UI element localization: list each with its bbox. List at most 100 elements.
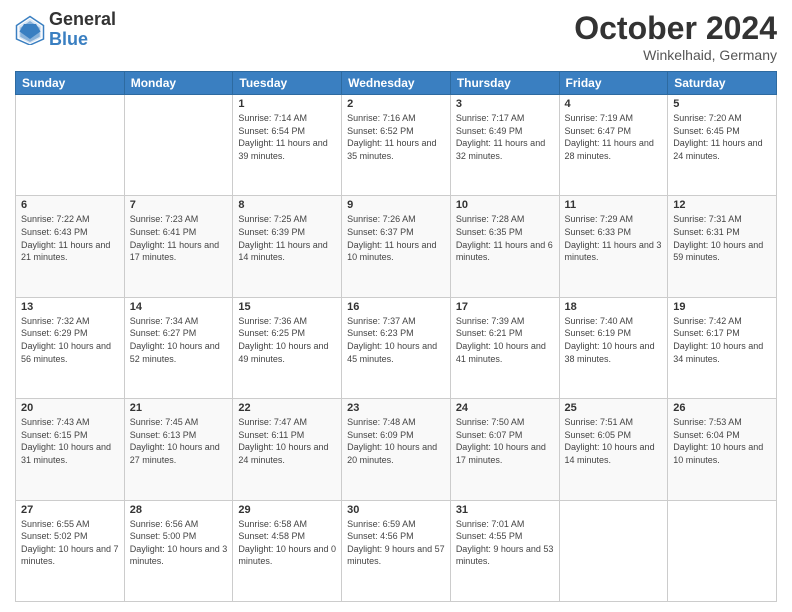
calendar-cell: 10 Sunrise: 7:28 AM Sunset: 6:35 PM Dayli…	[450, 196, 559, 297]
day-detail: Sunrise: 7:20 AM Sunset: 6:45 PM Dayligh…	[673, 112, 771, 162]
calendar-cell: 7 Sunrise: 7:23 AM Sunset: 6:41 PM Daylig…	[124, 196, 233, 297]
day-detail: Sunrise: 7:26 AM Sunset: 6:37 PM Dayligh…	[347, 213, 445, 263]
day-detail: Sunrise: 7:25 AM Sunset: 6:39 PM Dayligh…	[238, 213, 336, 263]
day-number: 24	[456, 402, 554, 414]
day-detail: Sunrise: 7:36 AM Sunset: 6:25 PM Dayligh…	[238, 315, 336, 365]
logo: General Blue	[15, 10, 116, 50]
logo-blue: Blue	[49, 30, 116, 50]
day-detail: Sunrise: 7:42 AM Sunset: 6:17 PM Dayligh…	[673, 315, 771, 365]
calendar-cell: 23Sunrise: 7:48 AM Sunset: 6:09 PM Dayli…	[342, 399, 451, 500]
day-detail: Sunrise: 7:17 AM Sunset: 6:49 PM Dayligh…	[456, 112, 554, 162]
calendar-cell: 13Sunrise: 7:32 AM Sunset: 6:29 PM Dayli…	[16, 297, 125, 398]
header-thursday: Thursday	[450, 72, 559, 95]
day-number: 13	[21, 301, 119, 313]
calendar-cell: 21 Sunrise: 7:45 AM Sunset: 6:13 PM Dayli…	[124, 399, 233, 500]
day-number: 9	[347, 199, 445, 211]
day-detail: Sunrise: 6:56 AM Sunset: 5:00 PM Dayligh…	[130, 518, 228, 568]
day-detail: Sunrise: 7:50 AM Sunset: 6:07 PM Dayligh…	[456, 416, 554, 466]
day-number: 11	[565, 199, 663, 211]
calendar-week-3: 13Sunrise: 7:32 AM Sunset: 6:29 PM Dayli…	[16, 297, 777, 398]
calendar-cell: 24 Sunrise: 7:50 AM Sunset: 6:07 PM Dayli…	[450, 399, 559, 500]
header-monday: Monday	[124, 72, 233, 95]
day-detail: Sunrise: 7:45 AM Sunset: 6:13 PM Dayligh…	[130, 416, 228, 466]
day-number: 27	[21, 504, 119, 516]
calendar-cell: 4 Sunrise: 7:19 AM Sunset: 6:47 PM Daylig…	[559, 95, 668, 196]
day-detail: Sunrise: 7:28 AM Sunset: 6:35 PM Dayligh…	[456, 213, 554, 263]
calendar-week-5: 27 Sunrise: 6:55 AM Sunset: 5:02 PM Dayli…	[16, 500, 777, 601]
day-number: 17	[456, 301, 554, 313]
day-number: 15	[238, 301, 336, 313]
calendar-cell: 5 Sunrise: 7:20 AM Sunset: 6:45 PM Daylig…	[668, 95, 777, 196]
day-number: 5	[673, 98, 771, 110]
calendar-cell: 14 Sunrise: 7:34 AM Sunset: 6:27 PM Dayli…	[124, 297, 233, 398]
day-detail: Sunrise: 7:16 AM Sunset: 6:52 PM Dayligh…	[347, 112, 445, 162]
calendar-cell: 25Sunrise: 7:51 AM Sunset: 6:05 PM Dayli…	[559, 399, 668, 500]
day-detail: Sunrise: 6:59 AM Sunset: 4:56 PM Dayligh…	[347, 518, 445, 568]
day-detail: Sunrise: 7:40 AM Sunset: 6:19 PM Dayligh…	[565, 315, 663, 365]
header-saturday: Saturday	[668, 72, 777, 95]
day-detail: Sunrise: 7:47 AM Sunset: 6:11 PM Dayligh…	[238, 416, 336, 466]
day-detail: Sunrise: 7:22 AM Sunset: 6:43 PM Dayligh…	[21, 213, 119, 263]
day-number: 25	[565, 402, 663, 414]
calendar-cell: 2Sunrise: 7:16 AM Sunset: 6:52 PM Daylig…	[342, 95, 451, 196]
day-detail: Sunrise: 6:55 AM Sunset: 5:02 PM Dayligh…	[21, 518, 119, 568]
day-number: 26	[673, 402, 771, 414]
calendar-week-1: 1Sunrise: 7:14 AM Sunset: 6:54 PM Daylig…	[16, 95, 777, 196]
calendar-cell: 11 Sunrise: 7:29 AM Sunset: 6:33 PM Dayli…	[559, 196, 668, 297]
day-number: 7	[130, 199, 228, 211]
day-number: 1	[238, 98, 336, 110]
calendar-cell: 8Sunrise: 7:25 AM Sunset: 6:39 PM Daylig…	[233, 196, 342, 297]
calendar-cell: 19 Sunrise: 7:42 AM Sunset: 6:17 PM Dayli…	[668, 297, 777, 398]
calendar-cell: 27 Sunrise: 6:55 AM Sunset: 5:02 PM Dayli…	[16, 500, 125, 601]
calendar-cell: 28 Sunrise: 6:56 AM Sunset: 5:00 PM Dayli…	[124, 500, 233, 601]
calendar-cell	[559, 500, 668, 601]
day-detail: Sunrise: 7:37 AM Sunset: 6:23 PM Dayligh…	[347, 315, 445, 365]
header-friday: Friday	[559, 72, 668, 95]
logo-general: General	[49, 10, 116, 30]
calendar-week-2: 6 Sunrise: 7:22 AM Sunset: 6:43 PM Daylig…	[16, 196, 777, 297]
logo-text: General Blue	[49, 10, 116, 50]
calendar-cell	[124, 95, 233, 196]
day-number: 4	[565, 98, 663, 110]
calendar-cell: 16Sunrise: 7:37 AM Sunset: 6:23 PM Dayli…	[342, 297, 451, 398]
day-detail: Sunrise: 7:19 AM Sunset: 6:47 PM Dayligh…	[565, 112, 663, 162]
day-number: 19	[673, 301, 771, 313]
calendar-cell: 20 Sunrise: 7:43 AM Sunset: 6:15 PM Dayli…	[16, 399, 125, 500]
calendar-cell: 15 Sunrise: 7:36 AM Sunset: 6:25 PM Dayli…	[233, 297, 342, 398]
day-detail: Sunrise: 7:43 AM Sunset: 6:15 PM Dayligh…	[21, 416, 119, 466]
header-sunday: Sunday	[16, 72, 125, 95]
day-number: 20	[21, 402, 119, 414]
calendar-cell: 22 Sunrise: 7:47 AM Sunset: 6:11 PM Dayli…	[233, 399, 342, 500]
day-number: 22	[238, 402, 336, 414]
calendar-cell: 1Sunrise: 7:14 AM Sunset: 6:54 PM Daylig…	[233, 95, 342, 196]
calendar-week-4: 20 Sunrise: 7:43 AM Sunset: 6:15 PM Dayli…	[16, 399, 777, 500]
location: Winkelhaid, Germany	[574, 47, 777, 63]
day-detail: Sunrise: 7:23 AM Sunset: 6:41 PM Dayligh…	[130, 213, 228, 263]
calendar-table: Sunday Monday Tuesday Wednesday Thursday…	[15, 71, 777, 602]
day-number: 14	[130, 301, 228, 313]
day-number: 6	[21, 199, 119, 211]
calendar-cell: 31Sunrise: 7:01 AM Sunset: 4:55 PM Dayli…	[450, 500, 559, 601]
day-number: 29	[238, 504, 336, 516]
day-number: 28	[130, 504, 228, 516]
day-number: 31	[456, 504, 554, 516]
calendar-cell: 29Sunrise: 6:58 AM Sunset: 4:58 PM Dayli…	[233, 500, 342, 601]
calendar-cell: 3 Sunrise: 7:17 AM Sunset: 6:49 PM Daylig…	[450, 95, 559, 196]
day-detail: Sunrise: 7:53 AM Sunset: 6:04 PM Dayligh…	[673, 416, 771, 466]
day-number: 10	[456, 199, 554, 211]
calendar-page: General Blue October 2024 Winkelhaid, Ge…	[0, 0, 792, 612]
month-title: October 2024	[574, 10, 777, 47]
day-number: 3	[456, 98, 554, 110]
calendar-cell: 6 Sunrise: 7:22 AM Sunset: 6:43 PM Daylig…	[16, 196, 125, 297]
day-number: 30	[347, 504, 445, 516]
calendar-cell	[668, 500, 777, 601]
calendar-cell: 9 Sunrise: 7:26 AM Sunset: 6:37 PM Daylig…	[342, 196, 451, 297]
day-detail: Sunrise: 7:31 AM Sunset: 6:31 PM Dayligh…	[673, 213, 771, 263]
title-section: October 2024 Winkelhaid, Germany	[574, 10, 777, 63]
calendar-header-row: Sunday Monday Tuesday Wednesday Thursday…	[16, 72, 777, 95]
day-detail: Sunrise: 7:34 AM Sunset: 6:27 PM Dayligh…	[130, 315, 228, 365]
calendar-cell	[16, 95, 125, 196]
day-detail: Sunrise: 7:29 AM Sunset: 6:33 PM Dayligh…	[565, 213, 663, 263]
calendar-cell: 30 Sunrise: 6:59 AM Sunset: 4:56 PM Dayli…	[342, 500, 451, 601]
day-number: 21	[130, 402, 228, 414]
